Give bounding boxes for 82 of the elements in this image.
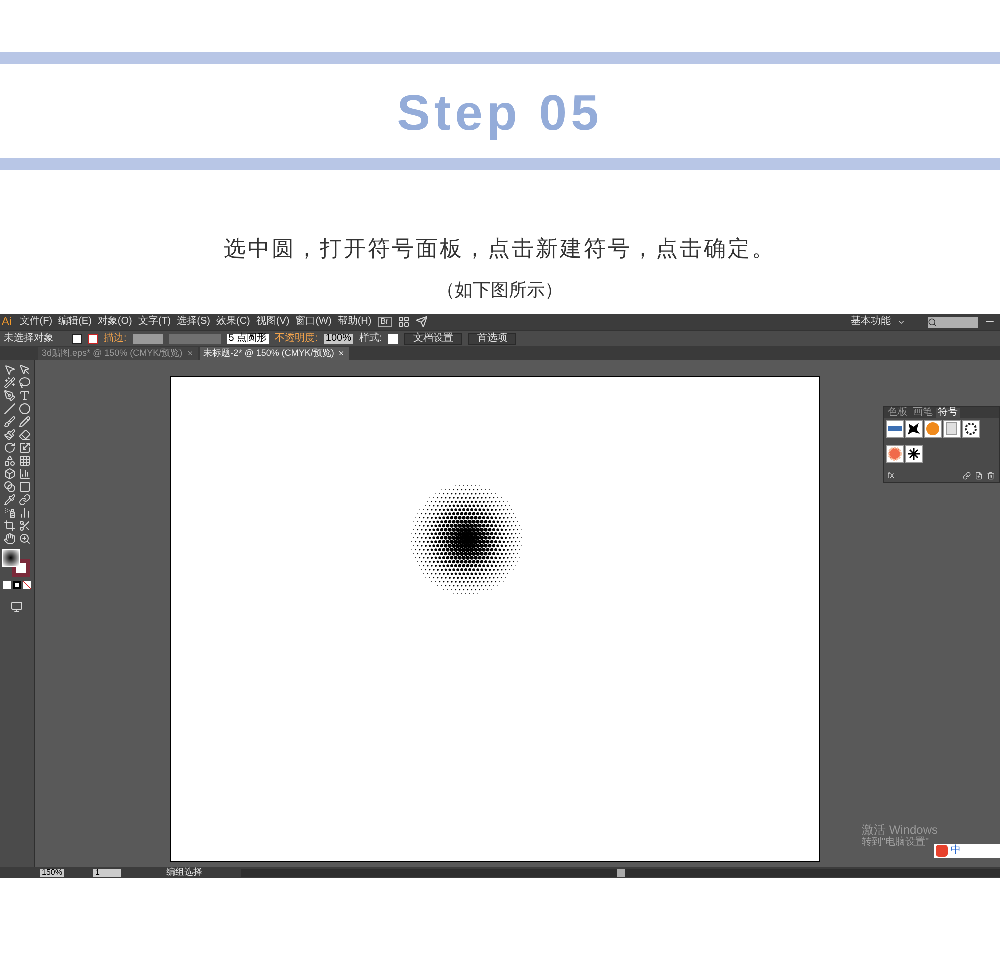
delete-symbol-icon[interactable] bbox=[987, 472, 995, 480]
arrange-icon[interactable] bbox=[398, 316, 410, 328]
fill-stroke-swatches[interactable] bbox=[2, 549, 32, 577]
selection-label: 未选择对象 bbox=[4, 334, 54, 344]
magic-wand-icon[interactable] bbox=[4, 377, 16, 389]
brush-tool-icon[interactable] bbox=[4, 416, 16, 428]
blob-brush-icon[interactable] bbox=[4, 429, 16, 441]
brush-field[interactable]: 5 点圆形 bbox=[226, 334, 270, 344]
line-tool-icon[interactable] bbox=[4, 403, 16, 415]
variable-width-field[interactable] bbox=[168, 334, 221, 344]
opacity-label: 不透明度: bbox=[275, 334, 318, 344]
rectangle-icon[interactable] bbox=[18, 481, 30, 493]
ellipse-tool-icon[interactable] bbox=[18, 403, 30, 415]
fill-swatch[interactable] bbox=[72, 334, 82, 344]
artboard-tool-icon[interactable] bbox=[4, 520, 16, 532]
panel-tab[interactable]: 符号 bbox=[936, 408, 960, 418]
zoom-field[interactable]: 150% bbox=[40, 868, 64, 876]
menu-item[interactable]: 文件(F) bbox=[20, 317, 53, 327]
stroke-label: 描边: bbox=[104, 334, 127, 344]
ime-toolbar[interactable]: 中 bbox=[934, 844, 1000, 858]
symbol-swatch-icon[interactable] bbox=[924, 420, 942, 438]
bridge-button[interactable]: Br bbox=[378, 317, 392, 327]
status-tool-text: 编组选择 bbox=[166, 868, 204, 877]
color-mode-icon[interactable] bbox=[3, 581, 11, 589]
screen-mode-icon[interactable] bbox=[11, 601, 23, 613]
symbol-swatch-icon[interactable] bbox=[905, 420, 923, 438]
none-mode-icon[interactable] bbox=[23, 581, 31, 589]
new-symbol-icon[interactable] bbox=[975, 472, 983, 480]
document-setup-button[interactable]: 文档设置 bbox=[404, 332, 462, 344]
menu-item[interactable]: 编辑(E) bbox=[58, 317, 92, 327]
document-tab[interactable]: 未标题-2* @ 150% (CMYK/预览) bbox=[200, 347, 350, 360]
symbol-swatch-icon[interactable] bbox=[943, 420, 961, 438]
close-icon[interactable] bbox=[186, 350, 194, 357]
stroke-width-field[interactable] bbox=[132, 334, 163, 344]
style-swatch[interactable] bbox=[388, 334, 398, 344]
activation-title: 激活 Windows bbox=[862, 824, 938, 836]
menu-item[interactable]: 窗口(W) bbox=[296, 317, 332, 327]
direct-select-tool-icon[interactable] bbox=[18, 364, 30, 376]
page-field[interactable]: 1 bbox=[93, 868, 122, 876]
search-field[interactable] bbox=[928, 316, 978, 328]
shape-builder-icon[interactable] bbox=[4, 455, 16, 467]
opacity-field[interactable]: 100% bbox=[324, 334, 354, 344]
slice-tool-icon[interactable] bbox=[18, 520, 30, 532]
activation-hint: 转到"电脑设置" bbox=[862, 838, 930, 848]
panel-tab[interactable]: 画笔 bbox=[911, 408, 935, 418]
step-title: Step 05 bbox=[397, 84, 603, 142]
pencil-icon[interactable] bbox=[18, 416, 30, 428]
search-icon bbox=[928, 318, 937, 326]
symbol-swatch-icon[interactable] bbox=[886, 444, 904, 462]
rotate-tool-icon[interactable] bbox=[4, 442, 16, 454]
type-tool-icon[interactable] bbox=[18, 390, 30, 402]
stroke-swatch[interactable] bbox=[88, 334, 98, 344]
preferences-button[interactable]: 首选项 bbox=[468, 332, 516, 344]
pen-tool-icon[interactable] bbox=[4, 390, 16, 402]
menu-item[interactable]: 文字(T) bbox=[138, 317, 172, 327]
eyedropper-icon[interactable] bbox=[4, 494, 16, 506]
symbol-swatch-icon[interactable] bbox=[962, 420, 980, 438]
gradient-mode-icon[interactable] bbox=[13, 581, 21, 589]
ime-logo-icon bbox=[936, 845, 948, 857]
graph-tool-icon[interactable] bbox=[18, 507, 30, 519]
hand-tool-icon[interactable] bbox=[4, 533, 16, 545]
send-icon[interactable] bbox=[416, 316, 428, 328]
app-logo: Ai bbox=[1, 316, 13, 328]
menu-item[interactable]: 对象(O) bbox=[98, 317, 132, 327]
scale-tool-icon[interactable] bbox=[18, 442, 30, 454]
symbol-library-button[interactable]: fx bbox=[888, 472, 959, 480]
ime-mode[interactable]: 中 bbox=[951, 846, 961, 856]
zoom-tool-icon[interactable] bbox=[18, 533, 30, 545]
style-label: 样式: bbox=[359, 334, 382, 344]
symbol-swatch-icon[interactable] bbox=[905, 444, 923, 462]
menu-item[interactable]: 效果(C) bbox=[216, 317, 250, 327]
caption-text: （如下图所示） bbox=[437, 279, 563, 302]
menu-item[interactable]: 视图(V) bbox=[256, 317, 290, 327]
menu-item[interactable]: 帮助(H) bbox=[338, 317, 372, 327]
menu-item[interactable]: 选择(S) bbox=[177, 317, 210, 327]
eraser-icon[interactable] bbox=[18, 429, 30, 441]
selection-tool-icon[interactable] bbox=[4, 364, 16, 376]
panel-tab[interactable]: 色板 bbox=[886, 408, 910, 418]
symbol-swatch-icon[interactable] bbox=[886, 420, 904, 438]
workspace-switcher[interactable]: 基本功能 bbox=[851, 317, 891, 327]
lasso-icon[interactable] bbox=[18, 377, 30, 389]
instruction-text: 选中圆，打开符号面板，点击新建符号，点击确定。 bbox=[224, 235, 776, 263]
